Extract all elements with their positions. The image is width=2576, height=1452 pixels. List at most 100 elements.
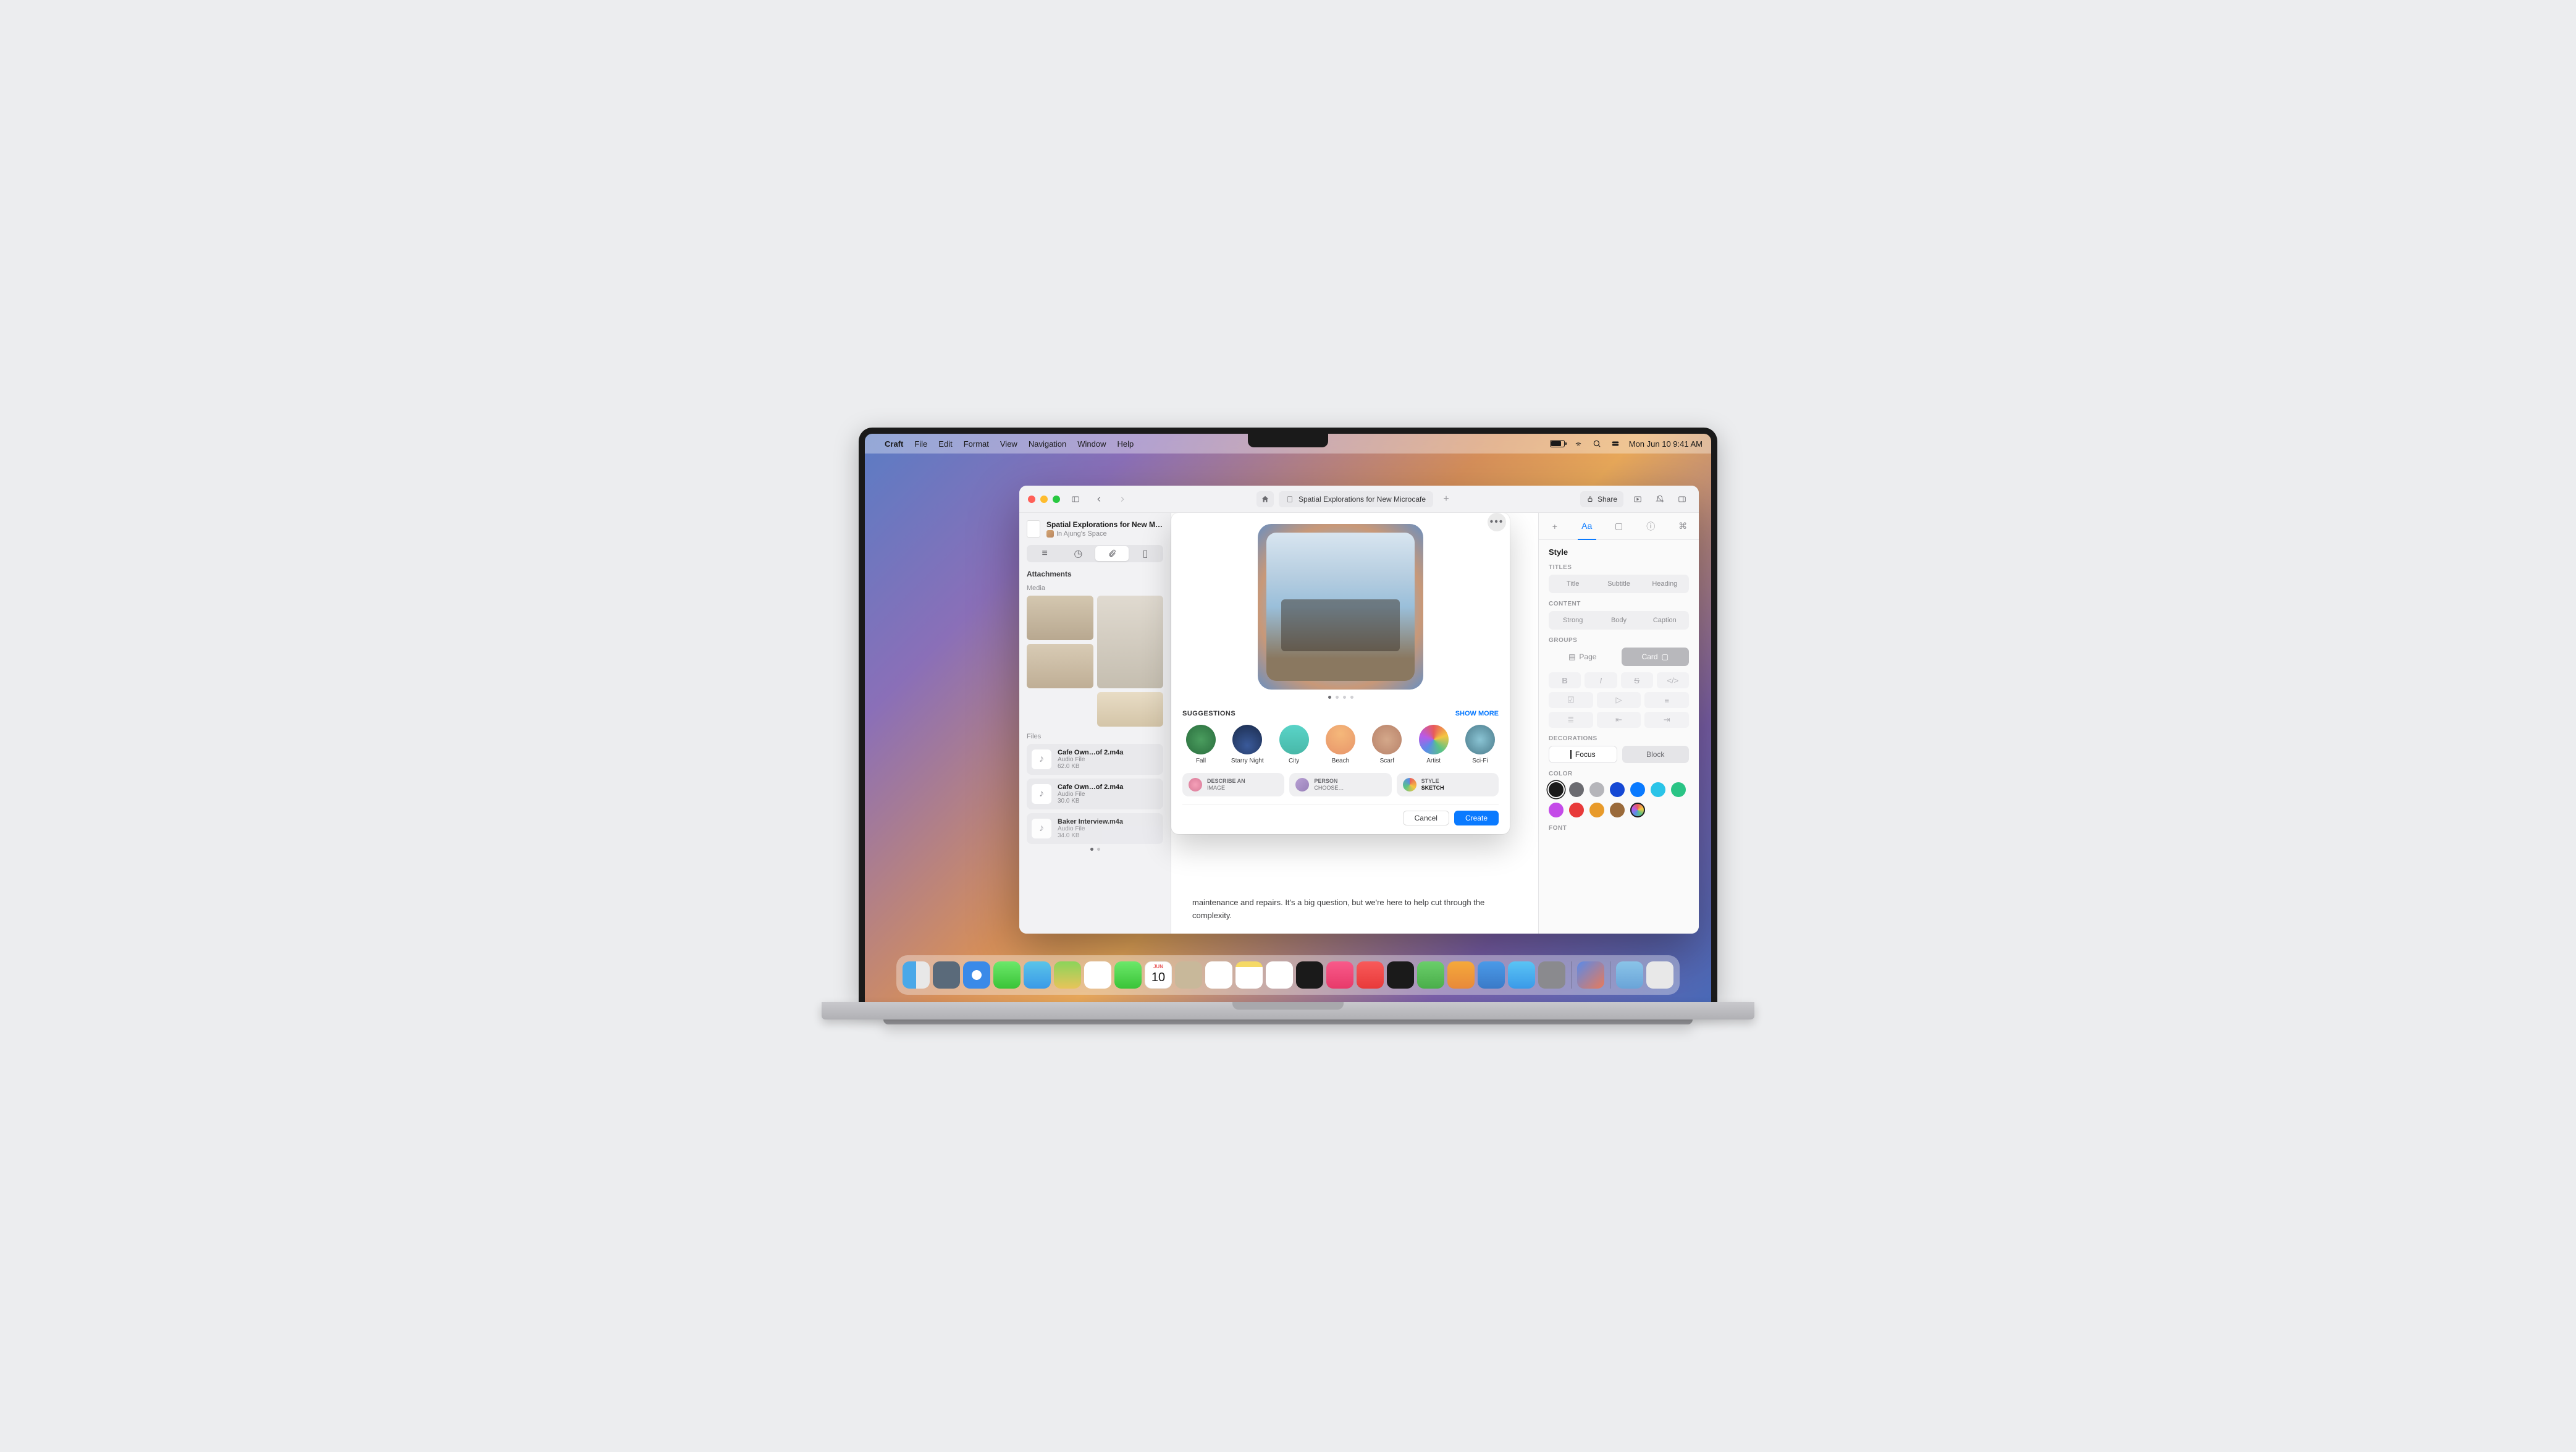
- suggestion-city[interactable]: City: [1276, 725, 1313, 764]
- wifi-icon[interactable]: [1573, 439, 1583, 449]
- document-canvas[interactable]: ••• SUGGESTIONS SHOW MORE Fall Starry Ni…: [1171, 513, 1538, 934]
- color-swatch[interactable]: [1610, 803, 1625, 817]
- color-swatch[interactable]: [1589, 803, 1604, 817]
- inspector-tab-info[interactable]: ⓘ: [1641, 517, 1660, 536]
- cancel-button[interactable]: Cancel: [1403, 811, 1449, 825]
- seg-list-icon[interactable]: ≡: [1028, 546, 1061, 561]
- decoration-focus[interactable]: Focus: [1549, 746, 1617, 763]
- content-segmented[interactable]: Strong Body Caption: [1549, 611, 1689, 630]
- more-options-button[interactable]: •••: [1488, 513, 1506, 531]
- suggestion-fall[interactable]: Fall: [1182, 725, 1219, 764]
- suggestion-beach[interactable]: Beach: [1322, 725, 1359, 764]
- dock-mail-icon[interactable]: [1024, 961, 1051, 989]
- describe-image-button[interactable]: DESCRIBE ANIMAGE: [1182, 773, 1284, 796]
- back-button[interactable]: [1091, 492, 1107, 506]
- dock-tv-icon[interactable]: [1296, 961, 1323, 989]
- dock-pages-icon[interactable]: [1447, 961, 1475, 989]
- choose-person-button[interactable]: PERSONCHOOSE…: [1289, 773, 1391, 796]
- color-swatch[interactable]: [1569, 803, 1584, 817]
- tool-bold[interactable]: B: [1549, 672, 1581, 688]
- dock-maps-icon[interactable]: [1054, 961, 1081, 989]
- dock-stocks-icon[interactable]: [1387, 961, 1414, 989]
- dock-contacts-icon[interactable]: [1175, 961, 1202, 989]
- zoom-window-button[interactable]: [1053, 496, 1060, 503]
- battery-icon[interactable]: [1550, 440, 1565, 447]
- layout-button[interactable]: [1674, 492, 1690, 506]
- tool-bullet-list[interactable]: ≡: [1644, 692, 1689, 708]
- media-thumb[interactable]: [1027, 644, 1093, 688]
- tool-strike[interactable]: S: [1621, 672, 1653, 688]
- seg-attachment-icon[interactable]: [1095, 546, 1129, 561]
- color-swatch[interactable]: [1589, 782, 1604, 797]
- dock-messages-icon[interactable]: [993, 961, 1021, 989]
- file-item[interactable]: ♪ Cafe Own…of 2.m4a Audio File 62.0 KB: [1027, 744, 1163, 775]
- dock-music-icon[interactable]: [1326, 961, 1353, 989]
- share-button[interactable]: Share: [1580, 491, 1623, 507]
- color-swatch[interactable]: [1549, 782, 1564, 797]
- menu-file[interactable]: File: [914, 439, 927, 449]
- tool-outdent[interactable]: ⇤: [1597, 712, 1641, 728]
- menu-format[interactable]: Format: [964, 439, 989, 449]
- decoration-block[interactable]: Block: [1622, 746, 1690, 763]
- inspector-tab-style[interactable]: Aa: [1578, 513, 1596, 540]
- dock-facetime-icon[interactable]: [1114, 961, 1142, 989]
- titles-segmented[interactable]: Title Subtitle Heading: [1549, 575, 1689, 593]
- menu-edit[interactable]: Edit: [938, 439, 952, 449]
- dock-safari-icon[interactable]: [963, 961, 990, 989]
- document-body-text[interactable]: maintenance and repairs. It's a big ques…: [1192, 897, 1517, 922]
- menu-help[interactable]: Help: [1118, 439, 1134, 449]
- close-window-button[interactable]: [1028, 496, 1035, 503]
- home-button[interactable]: [1256, 491, 1274, 507]
- seg-bookmark-icon[interactable]: ▯: [1129, 546, 1162, 561]
- group-page-button[interactable]: ▤ Page: [1549, 648, 1617, 666]
- dock-appstore-icon[interactable]: [1508, 961, 1535, 989]
- forward-button[interactable]: [1114, 492, 1130, 506]
- color-swatch[interactable]: [1569, 782, 1584, 797]
- suggestion-scarf[interactable]: Scarf: [1368, 725, 1405, 764]
- menubar-datetime[interactable]: Mon Jun 10 9:41 AM: [1629, 439, 1703, 449]
- tool-code[interactable]: </>: [1657, 672, 1689, 688]
- add-tab-button[interactable]: +: [1438, 491, 1454, 507]
- dock-finder-icon[interactable]: [903, 961, 930, 989]
- style-button[interactable]: STYLESKETCH: [1397, 773, 1499, 796]
- image-pager[interactable]: [1182, 696, 1499, 699]
- media-thumb[interactable]: [1027, 596, 1093, 640]
- menu-window[interactable]: Window: [1077, 439, 1106, 449]
- seg-clock-icon[interactable]: ◷: [1061, 546, 1095, 561]
- create-button[interactable]: Create: [1454, 811, 1499, 825]
- notifications-button[interactable]: [1652, 492, 1668, 506]
- dock-settings-icon[interactable]: [1538, 961, 1565, 989]
- sidebar-view-segmented[interactable]: ≡ ◷ ▯: [1027, 545, 1163, 562]
- dock-freeform-icon[interactable]: [1266, 961, 1293, 989]
- file-item[interactable]: ♪ Cafe Own…of 2.m4a Audio File 30.0 KB: [1027, 779, 1163, 809]
- play-button[interactable]: [1630, 492, 1646, 506]
- dock-notes-icon[interactable]: [1235, 961, 1263, 989]
- generated-image-preview[interactable]: [1258, 524, 1423, 690]
- sidebar-pager[interactable]: [1027, 848, 1163, 851]
- color-swatch[interactable]: [1671, 782, 1686, 797]
- dock-numbers-icon[interactable]: [1417, 961, 1444, 989]
- tool-number-list[interactable]: ≣: [1549, 712, 1593, 728]
- suggestion-scifi[interactable]: Sci-Fi: [1462, 725, 1499, 764]
- file-item[interactable]: ♪ Baker Interview.m4a Audio File 34.0 KB: [1027, 813, 1163, 844]
- dock-downloads-icon[interactable]: [1616, 961, 1643, 989]
- dock-reminders-icon[interactable]: [1205, 961, 1232, 989]
- media-thumb[interactable]: [1097, 692, 1164, 727]
- inspector-tab-add[interactable]: +: [1546, 517, 1564, 536]
- dock-craft-icon[interactable]: [1577, 961, 1604, 989]
- inspector-tab-page[interactable]: ▢: [1609, 517, 1628, 536]
- dock-photos-icon[interactable]: [1084, 961, 1111, 989]
- suggestion-artist[interactable]: Artist: [1415, 725, 1452, 764]
- menu-view[interactable]: View: [1000, 439, 1017, 449]
- inspector-tab-keyboard[interactable]: ⌘: [1673, 517, 1692, 536]
- control-center-icon[interactable]: [1610, 439, 1620, 449]
- menubar-app-name[interactable]: Craft: [885, 439, 903, 449]
- tool-checkbox[interactable]: ☑: [1549, 692, 1593, 708]
- show-more-button[interactable]: SHOW MORE: [1455, 710, 1499, 717]
- minimize-window-button[interactable]: [1040, 496, 1048, 503]
- color-swatch[interactable]: [1549, 803, 1564, 817]
- color-swatch[interactable]: [1610, 782, 1625, 797]
- sidebar-toggle-button[interactable]: [1067, 492, 1084, 506]
- tool-italic[interactable]: I: [1585, 672, 1617, 688]
- group-card-button[interactable]: Card ▢: [1622, 648, 1690, 666]
